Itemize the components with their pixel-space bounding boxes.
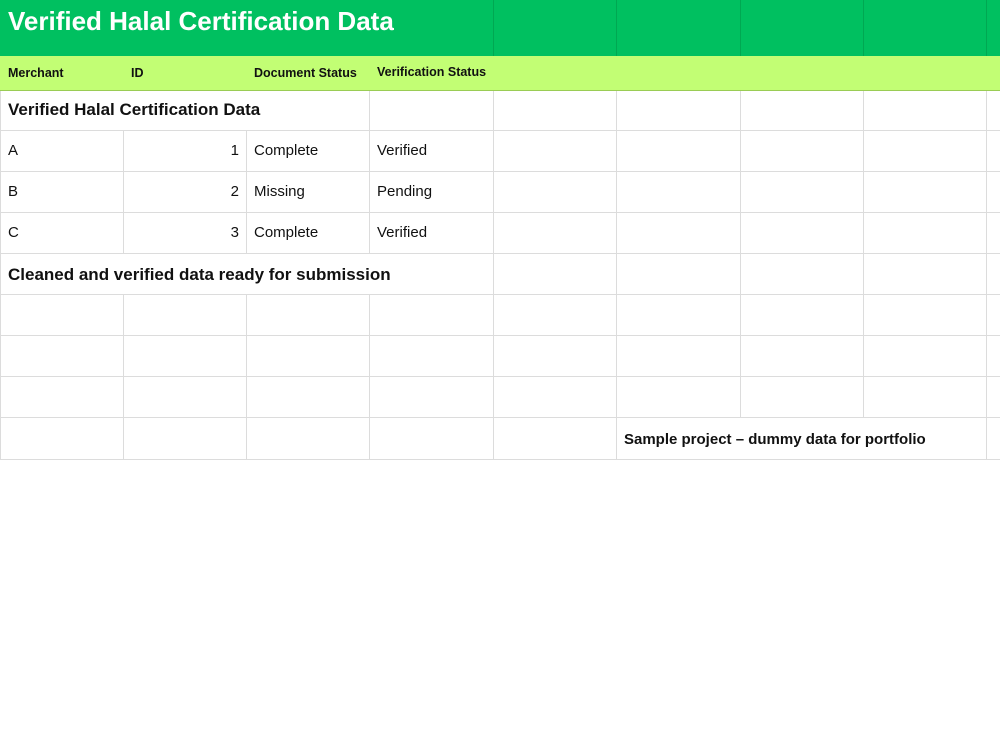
cell-verification-status[interactable]: Pending bbox=[377, 183, 432, 200]
gridline bbox=[246, 130, 247, 253]
header-id[interactable]: ID bbox=[131, 66, 144, 80]
gridline bbox=[0, 130, 1000, 131]
cell-document-status[interactable]: Complete bbox=[254, 142, 318, 159]
gridline bbox=[863, 91, 864, 418]
gridline bbox=[369, 91, 370, 253]
cell-id[interactable]: 2 bbox=[124, 183, 239, 200]
cell-verification-status[interactable]: Verified bbox=[377, 224, 427, 241]
gridline bbox=[0, 459, 1000, 460]
gridline bbox=[740, 0, 741, 56]
cell-merchant[interactable]: B bbox=[8, 183, 18, 200]
cell-id[interactable]: 1 bbox=[124, 142, 239, 159]
gridline bbox=[986, 91, 987, 460]
gridline bbox=[0, 91, 1, 460]
cell-document-status[interactable]: Complete bbox=[254, 224, 318, 241]
sheet-title[interactable]: Verified Halal Certification Data bbox=[8, 6, 394, 37]
gridline bbox=[0, 212, 1000, 213]
gridline bbox=[369, 294, 370, 460]
gridline bbox=[123, 294, 124, 460]
header-row bbox=[0, 56, 1000, 91]
cell-merchant[interactable]: C bbox=[8, 224, 19, 241]
gridline bbox=[616, 0, 617, 56]
section-title[interactable]: Verified Halal Certification Data bbox=[8, 100, 260, 120]
gridline bbox=[616, 91, 617, 460]
gridline bbox=[246, 294, 247, 460]
gridline bbox=[740, 91, 741, 418]
gridline bbox=[493, 0, 494, 56]
cell-verification-status[interactable]: Verified bbox=[377, 142, 427, 159]
gridline bbox=[0, 171, 1000, 172]
gridline bbox=[493, 91, 494, 460]
cell-id[interactable]: 3 bbox=[124, 224, 239, 241]
cell-merchant[interactable]: A bbox=[8, 142, 18, 159]
gridline bbox=[986, 0, 987, 56]
header-document-status[interactable]: Document Status bbox=[254, 66, 357, 80]
gridline bbox=[0, 253, 1000, 254]
cell-document-status[interactable]: Missing bbox=[254, 183, 305, 200]
gridline bbox=[863, 0, 864, 56]
gridline bbox=[0, 335, 1000, 336]
note-text[interactable]: Cleaned and verified data ready for subm… bbox=[8, 265, 391, 285]
footer-note[interactable]: Sample project – dummy data for portfoli… bbox=[624, 431, 926, 448]
gridline bbox=[0, 376, 1000, 377]
header-merchant[interactable]: Merchant bbox=[8, 66, 64, 80]
gridline bbox=[0, 417, 1000, 418]
header-verification-status[interactable]: Verification Status bbox=[377, 64, 489, 90]
spreadsheet: Verified Halal Certification Data Mercha… bbox=[0, 0, 1000, 460]
gridline bbox=[0, 294, 1000, 295]
